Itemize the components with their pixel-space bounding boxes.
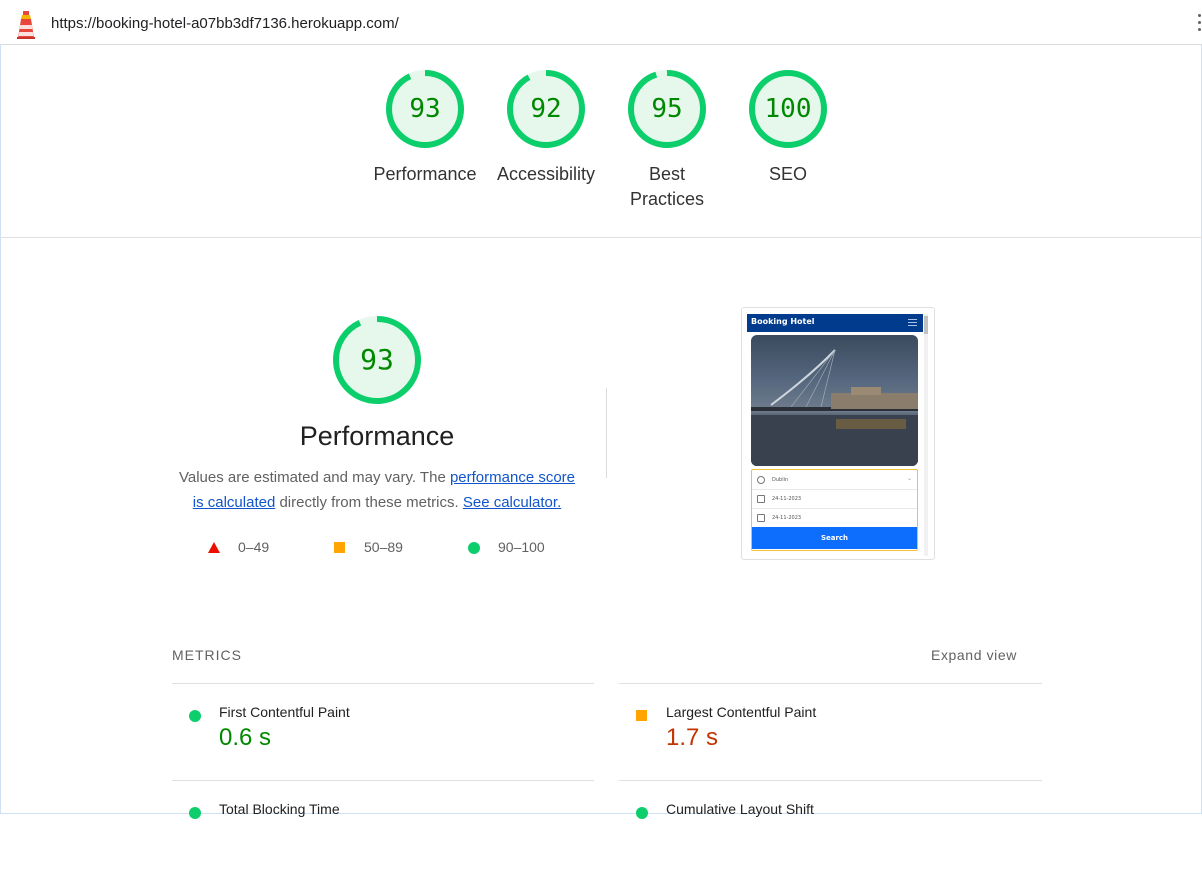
pass-circle-icon: [189, 710, 201, 722]
calendar-icon: [757, 495, 765, 503]
gauge-ring: 95: [626, 68, 708, 150]
bridge-photo-icon: [751, 349, 918, 466]
gauge-label: SEO: [768, 164, 807, 184]
final-screenshot-thumbnail[interactable]: Booking Hotel Dublin ⌄ 24-11-2023 24-11-…: [741, 307, 935, 560]
gauge-score: 100: [764, 94, 812, 124]
metric-value: 1.7 s: [666, 724, 719, 751]
chevron-down-icon: ⌄: [906, 475, 912, 482]
legend-range: 90–100: [498, 539, 545, 555]
metric-cumulative-layout-shift: Cumulative Layout Shift: [619, 801, 1039, 881]
screenshot-checkin-row: 24-11-2023: [752, 489, 917, 509]
vertical-divider: [606, 388, 607, 478]
metric-first-contentful-paint: First Contentful Paint 0.6 s: [172, 704, 592, 784]
fail-triangle-icon: [208, 542, 220, 553]
legend-range: 0–49: [238, 539, 270, 555]
calendar-icon: [757, 514, 765, 522]
gauge-label: Best Practices: [629, 164, 705, 209]
gauge-ring: 92: [505, 68, 587, 150]
expand-view-button[interactable]: Expand view: [931, 647, 1017, 663]
metrics-heading: METRICS: [172, 647, 242, 663]
screenshot-location-row: Dublin ⌄: [752, 470, 917, 490]
lighthouse-icon: [17, 11, 35, 39]
legend-range: 50–89: [364, 539, 403, 555]
menu-kebab-icon[interactable]: [1196, 14, 1202, 34]
score-scale-legend: 0–49 50–89 90–100: [0, 538, 600, 558]
see-calculator-link[interactable]: See calculator.: [463, 494, 561, 511]
metric-name: First Contentful Paint: [219, 704, 350, 720]
gauge-accessibility[interactable]: 92 Accessibility: [491, 68, 601, 187]
metric-divider: [619, 780, 1042, 781]
screenshot-search-button: Search: [752, 527, 917, 549]
hamburger-icon: [908, 319, 917, 328]
metric-divider: [172, 683, 594, 684]
location-pin-icon: [757, 476, 765, 484]
performance-score: 93: [360, 343, 394, 376]
metric-divider: [172, 780, 594, 781]
performance-title: Performance: [299, 421, 455, 451]
gauge-score: 95: [651, 94, 683, 124]
metric-value: 0.6 s: [219, 724, 272, 751]
gauge-score: 93: [409, 94, 441, 124]
category-gauges: 93 Performance 92 Accessibility 95 Best …: [0, 68, 1202, 218]
desc-text: Values are estimated and may vary. The: [178, 469, 450, 486]
section-divider: [0, 237, 1202, 238]
report-url[interactable]: https://booking-hotel-a07bb3df7136.herok…: [51, 15, 399, 32]
gauge-score: 92: [530, 94, 562, 124]
screenshot-scrollbar: [924, 314, 928, 556]
gauge-label: Accessibility: [496, 164, 596, 184]
desc-text: directly from these metrics.: [275, 494, 463, 511]
average-square-icon: [334, 542, 345, 553]
pass-circle-icon: [468, 542, 480, 554]
screenshot-checkout: 24-11-2023: [772, 515, 802, 521]
pass-circle-icon: [189, 807, 201, 819]
pass-circle-icon: [636, 807, 648, 819]
gauge-ring: 100: [747, 68, 829, 150]
screenshot-checkin: 24-11-2023: [772, 496, 802, 502]
metric-total-blocking-time: Total Blocking Time: [172, 801, 592, 881]
gauge-performance[interactable]: 93 Performance: [370, 68, 480, 187]
screenshot-hero-image: [751, 335, 918, 466]
gauge-label: Performance: [373, 164, 477, 184]
gauge-best-practices[interactable]: 95 Best Practices: [612, 68, 722, 212]
metric-largest-contentful-paint: Largest Contentful Paint 1.7 s: [619, 704, 1039, 784]
screenshot-checkout-row: 24-11-2023: [752, 508, 917, 528]
report-topbar: https://booking-hotel-a07bb3df7136.herok…: [0, 0, 1202, 45]
average-square-icon: [636, 710, 647, 721]
gauge-seo[interactable]: 100 SEO: [733, 68, 843, 187]
screenshot-location: Dublin: [772, 477, 789, 483]
metric-name: Largest Contentful Paint: [666, 704, 817, 720]
performance-description: Values are estimated and may vary. The p…: [172, 465, 582, 515]
gauge-ring: 93: [384, 68, 466, 150]
performance-gauge: 93: [331, 314, 423, 406]
screenshot-brand: Booking Hotel: [751, 317, 815, 326]
screenshot-navbar: Booking Hotel: [747, 314, 923, 332]
metric-divider: [619, 683, 1042, 684]
screenshot-search-form: Dublin ⌄ 24-11-2023 24-11-2023 Search: [751, 469, 918, 551]
